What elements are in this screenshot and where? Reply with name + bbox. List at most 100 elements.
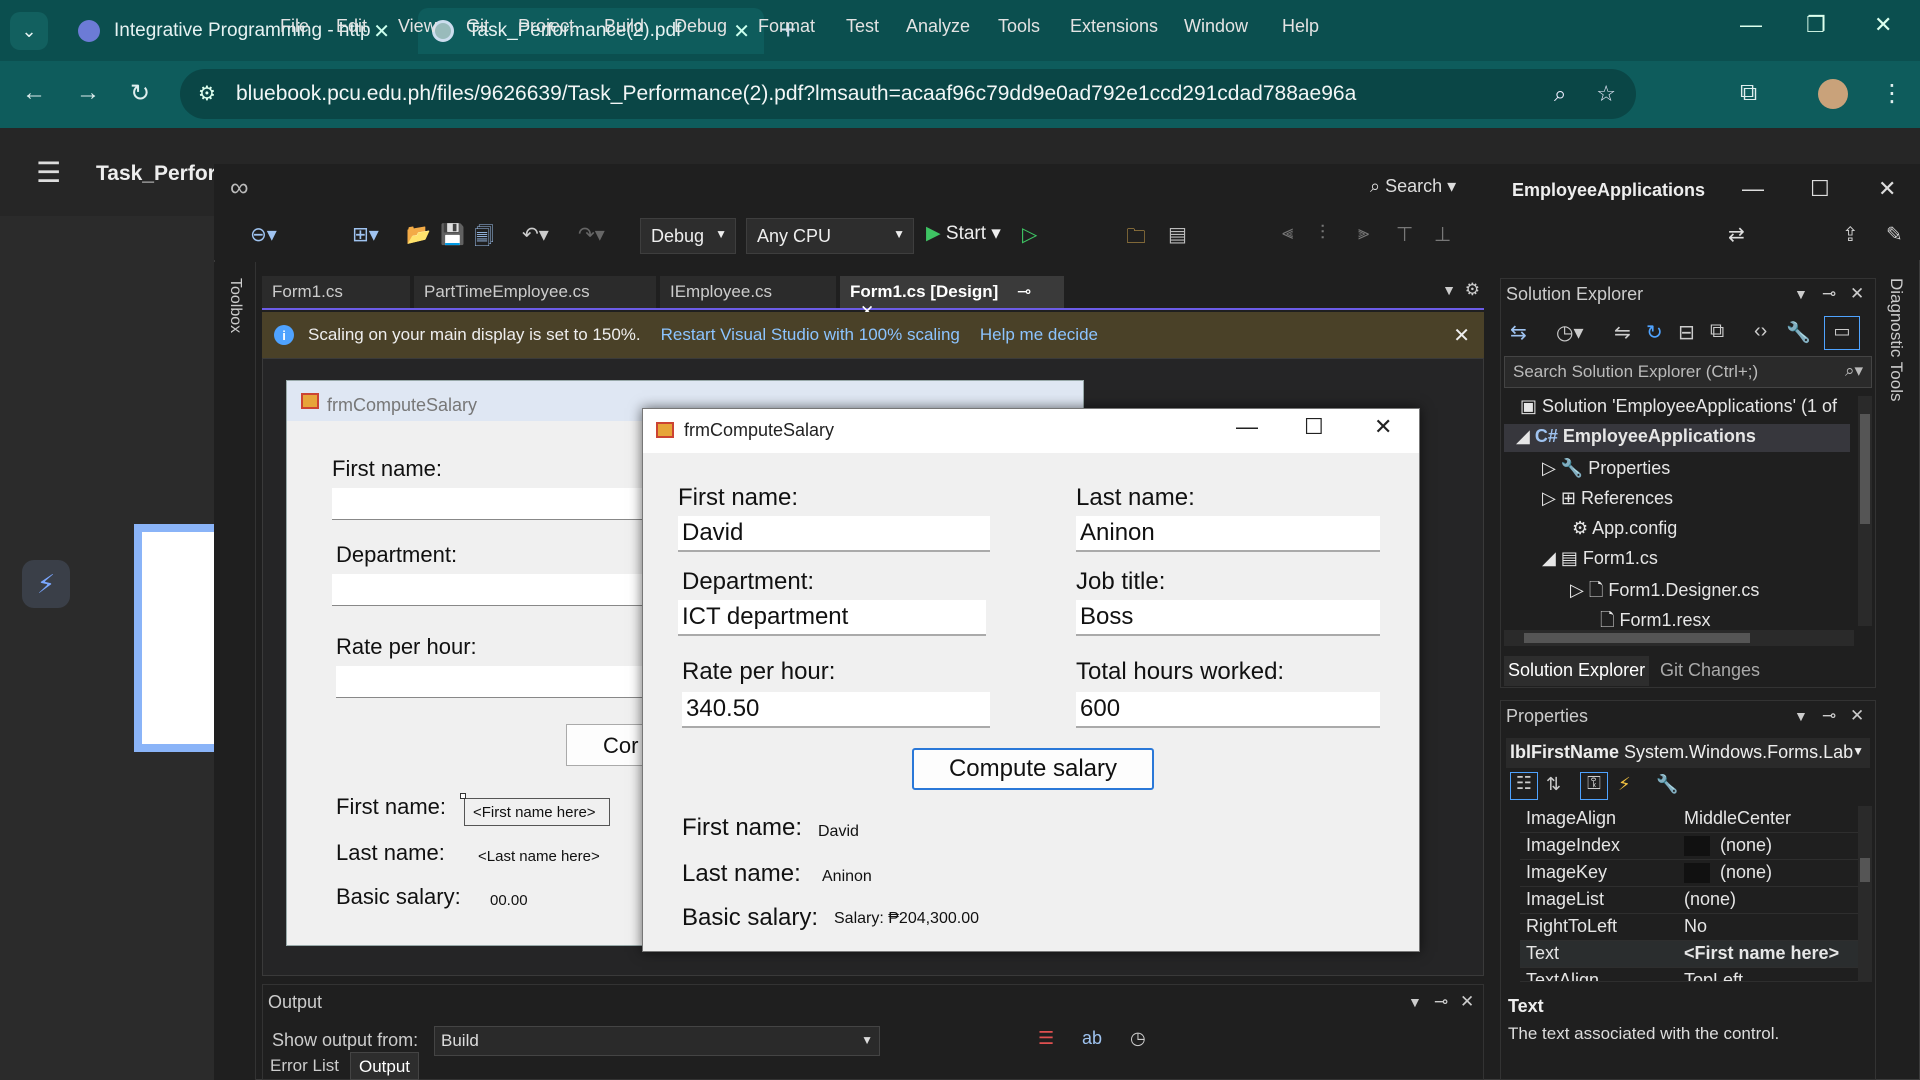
- menu-edit[interactable]: Edit: [336, 16, 367, 37]
- profile-avatar[interactable]: [1818, 79, 1848, 109]
- menu-build[interactable]: Build: [604, 16, 644, 37]
- vs-close-icon[interactable]: ✕: [1878, 176, 1896, 202]
- form-maximize-icon[interactable]: ☐: [1304, 414, 1324, 440]
- menu-window[interactable]: Window: [1184, 16, 1248, 37]
- lbl-first-name[interactable]: First name:: [332, 456, 442, 482]
- doc-tab-form1-cs[interactable]: Form1.cs: [262, 276, 410, 308]
- show-all-files-icon[interactable]: ⧉: [1710, 320, 1724, 343]
- menu-tools[interactable]: Tools: [998, 16, 1040, 37]
- run-txt-job-title[interactable]: Boss: [1076, 600, 1380, 636]
- lbl-last-name-value[interactable]: <Last name here>: [478, 848, 600, 865]
- preview-selected-icon[interactable]: ▭: [1824, 316, 1860, 350]
- events-lightning-icon[interactable]: ⚡: [1618, 774, 1631, 795]
- scrollbar-thumb[interactable]: [1524, 633, 1750, 643]
- menu-extensions[interactable]: Extensions: [1070, 16, 1158, 37]
- lbl-department[interactable]: Department:: [336, 542, 457, 568]
- align-top-icon[interactable]: ⊤: [1396, 222, 1413, 247]
- align-right-icon[interactable]: ⫸: [1358, 222, 1369, 245]
- sync-icon[interactable]: ⇋: [1614, 320, 1631, 345]
- alphabetical-icon[interactable]: ⇅: [1546, 774, 1561, 795]
- prop-row-text[interactable]: Text <First name here>: [1520, 941, 1860, 968]
- start-debugging-button[interactable]: ▶ Start ▾: [926, 222, 1001, 245]
- doc-tab-parttimeemployee[interactable]: PartTimeEmployee.cs: [414, 276, 656, 308]
- tree-item-references[interactable]: ▷ ⊞ References: [1542, 488, 1673, 509]
- tab-solution-explorer[interactable]: Solution Explorer: [1504, 656, 1650, 686]
- lbl-out-salary[interactable]: Basic salary:: [336, 884, 461, 910]
- scrollbar-thumb[interactable]: [1860, 414, 1870, 524]
- categorized-icon[interactable]: ☷: [1510, 772, 1538, 800]
- hamburger-menu-icon[interactable]: ☰: [36, 156, 61, 189]
- properties-object-selector[interactable]: lblFirstName System.Windows.Forms.Lab ▼: [1506, 738, 1870, 768]
- lbl-rate[interactable]: Rate per hour:: [336, 634, 477, 660]
- txt-department[interactable]: [332, 574, 642, 606]
- tab-git-changes[interactable]: Git Changes: [1660, 660, 1760, 681]
- restore-icon[interactable]: ❐: [1806, 12, 1826, 38]
- tree-item-appconfig[interactable]: ⚙ App.config: [1572, 518, 1677, 539]
- zoom-icon[interactable]: ⌕: [1554, 81, 1566, 107]
- menu-debug[interactable]: Debug: [674, 16, 727, 37]
- tab-overflow-icon[interactable]: ▼: [1442, 282, 1456, 298]
- prop-value[interactable]: <First name here>: [1684, 943, 1839, 964]
- gear-icon[interactable]: ⚙: [1465, 280, 1480, 300]
- configuration-select[interactable]: Debug ▼: [640, 218, 736, 254]
- properties-wrench-icon[interactable]: 🔧: [1786, 320, 1811, 345]
- doc-tab-form1-design[interactable]: Form1.cs [Design] ⊸ ✕: [840, 276, 1064, 321]
- close-icon[interactable]: ✕: [1850, 706, 1864, 726]
- prop-row-righttoleft[interactable]: RightToLeft No: [1520, 914, 1860, 941]
- align-center-icon[interactable]: ⫶: [1320, 222, 1325, 245]
- tree-item-project[interactable]: ◢ C# EmployeeApplications: [1504, 424, 1850, 452]
- floating-app-icon[interactable]: ⚡: [22, 560, 70, 608]
- txt-rate[interactable]: [336, 666, 642, 698]
- txt-first-name[interactable]: [332, 488, 642, 520]
- tree-item-properties[interactable]: ▷ 🔧 Properties: [1542, 458, 1670, 479]
- reload-icon[interactable]: ↻: [130, 79, 150, 108]
- menu-view[interactable]: View: [398, 16, 437, 37]
- pin-icon[interactable]: ⊸: [1822, 706, 1836, 726]
- save-icon[interactable]: 💾: [440, 222, 465, 247]
- clear-all-icon[interactable]: ☰: [1038, 1028, 1054, 1049]
- feedback-icon[interactable]: ✎: [1886, 222, 1903, 247]
- lbl-out-last[interactable]: Last name:: [336, 840, 445, 866]
- menu-git[interactable]: Git: [466, 16, 489, 37]
- platform-select[interactable]: Any CPU ▼: [746, 218, 914, 254]
- history-icon[interactable]: ◷▾: [1556, 320, 1584, 345]
- doc-tab-iemployee[interactable]: IEmployee.cs: [660, 276, 836, 308]
- prop-value[interactable]: (none): [1684, 889, 1736, 910]
- solution-folder-icon[interactable]: 🗀: [1126, 222, 1146, 256]
- run-txt-rate[interactable]: 340.50: [682, 692, 990, 728]
- tab-order-icon[interactable]: ⇄: [1728, 222, 1745, 247]
- prop-row-imagelist[interactable]: ImageList (none): [1520, 887, 1860, 914]
- timestamp-icon[interactable]: ◷: [1130, 1028, 1146, 1049]
- prop-value[interactable]: TopLeft: [1684, 970, 1743, 981]
- bookmark-star-icon[interactable]: ☆: [1596, 81, 1616, 107]
- site-info-icon[interactable]: ⚙: [198, 81, 216, 106]
- property-pages-icon[interactable]: 🔧: [1656, 774, 1678, 795]
- panel-options-icon[interactable]: ▼: [1408, 994, 1422, 1010]
- close-tab-icon[interactable]: ✕: [373, 19, 390, 44]
- pin-icon[interactable]: ⊸: [1434, 992, 1448, 1012]
- tree-item-solution[interactable]: ▣ Solution 'EmployeeApplications' (1 of: [1520, 396, 1837, 417]
- properties-view-icon[interactable]: ⚿: [1580, 772, 1608, 800]
- prop-row-imagekey[interactable]: ImageKey (none): [1520, 860, 1860, 887]
- lbl-first-name-selected[interactable]: <First name here>: [464, 798, 610, 826]
- vs-minimize-icon[interactable]: —: [1742, 176, 1764, 202]
- menu-project[interactable]: Project: [518, 16, 574, 37]
- close-icon[interactable]: ✕: [1850, 284, 1864, 304]
- menu-format[interactable]: Format: [758, 16, 815, 37]
- panel-options-icon[interactable]: ▼: [1794, 286, 1808, 302]
- vs-maximize-icon[interactable]: ☐: [1810, 176, 1830, 202]
- extensions-icon[interactable]: ⧉: [1740, 79, 1757, 107]
- horizontal-scrollbar[interactable]: [1504, 630, 1854, 646]
- close-window-icon[interactable]: ✕: [1874, 12, 1892, 38]
- menu-test[interactable]: Test: [846, 16, 879, 37]
- run-txt-last-name[interactable]: Aninon: [1076, 516, 1380, 552]
- vs-search-button[interactable]: ⌕ Search ▾: [1370, 176, 1456, 197]
- lbl-salary-value[interactable]: 00.00: [490, 892, 528, 909]
- url-text[interactable]: bluebook.pcu.edu.ph/files/9626639/Task_P…: [236, 82, 1356, 106]
- refresh-icon[interactable]: ↻: [1646, 320, 1663, 345]
- tab-search-button[interactable]: ⌄: [10, 12, 48, 50]
- close-tab-icon[interactable]: ✕: [733, 19, 750, 44]
- close-icon[interactable]: ✕: [1460, 992, 1474, 1012]
- prop-row-imagealign[interactable]: ImageAlign MiddleCenter: [1520, 806, 1860, 833]
- forward-icon[interactable]: →: [76, 79, 100, 107]
